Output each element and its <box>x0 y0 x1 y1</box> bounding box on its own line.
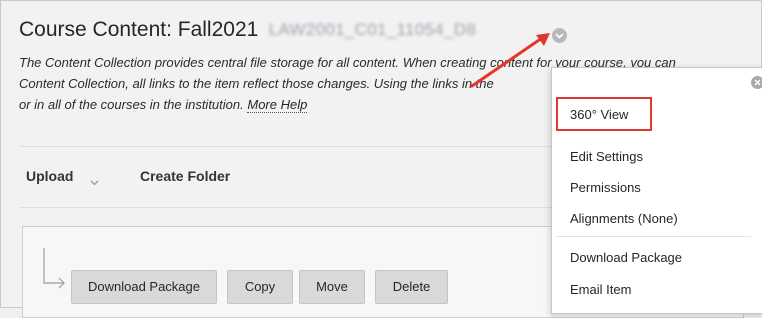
toolbar-bottom-divider <box>19 207 579 208</box>
redacted-course-id: LAW2001_C01_11054_D8 <box>268 20 477 39</box>
page-title-text: Course Content: Fall2021 <box>19 18 259 41</box>
menu-item-360-view[interactable]: 360° View <box>570 107 628 122</box>
corner-arrow-icon <box>40 248 68 313</box>
delete-button[interactable]: Delete <box>375 270 448 304</box>
download-package-button[interactable]: Download Package <box>71 270 217 304</box>
upload-button[interactable]: Upload <box>26 168 73 184</box>
menu-item-alignments[interactable]: Alignments (None) <box>570 211 678 226</box>
menu-item-download-package[interactable]: Download Package <box>570 250 682 265</box>
menu-divider <box>556 236 751 237</box>
more-help-link[interactable]: More Help <box>247 97 308 113</box>
move-button[interactable]: Move <box>299 270 365 304</box>
create-folder-button[interactable]: Create Folder <box>140 168 230 184</box>
copy-button[interactable]: Copy <box>227 270 293 304</box>
description-line-text: or in all of the courses in the institut… <box>19 97 244 112</box>
title-menu-chevron-down-icon[interactable] <box>552 28 567 43</box>
menu-item-edit-settings[interactable]: Edit Settings <box>570 149 643 164</box>
upload-chevron-down-icon[interactable] <box>90 173 99 189</box>
menu-item-permissions[interactable]: Permissions <box>570 180 641 195</box>
toolbar-top-divider <box>19 146 579 147</box>
page-title: Course Content: Fall2021 LAW2001_C01_110… <box>19 18 476 46</box>
close-icon[interactable] <box>751 76 762 89</box>
menu-item-email-item[interactable]: Email Item <box>570 282 631 297</box>
